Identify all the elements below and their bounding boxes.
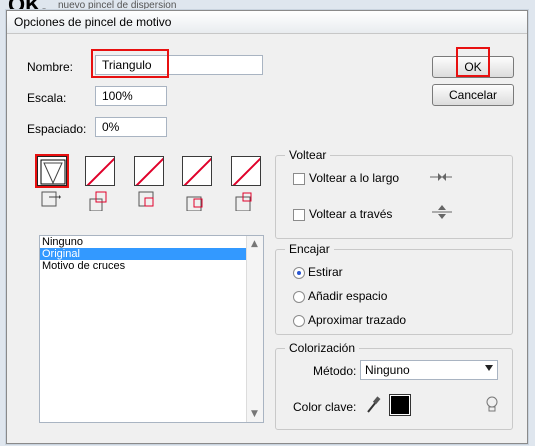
fit-stretch-label: Estirar — [308, 265, 343, 279]
colorization-legend: Colorización — [285, 341, 360, 355]
pattern-list-scrollbar[interactable]: ▲ ▼ — [246, 236, 263, 422]
fit-approximate-path-label: Aproximar trazado — [308, 313, 407, 327]
outer-corner-tile[interactable] — [85, 156, 115, 186]
inner-corner-icon — [138, 191, 154, 207]
fit-add-space-label: Añadir espacio — [308, 289, 388, 303]
name-highlight — [91, 49, 169, 78]
end-tile-icon — [235, 192, 252, 211]
pattern-item-motivo-de-cruces[interactable]: Motivo de cruces — [40, 260, 263, 272]
key-color-label: Color clave: — [293, 400, 357, 414]
fit-add-space-radio[interactable] — [293, 291, 305, 303]
chevron-down-icon — [485, 365, 493, 371]
start-tile-icon — [186, 196, 203, 211]
scale-input[interactable]: 100% — [95, 86, 167, 106]
flip-across-icon — [432, 205, 452, 219]
start-tile[interactable] — [182, 156, 212, 186]
flip-along-checkbox[interactable] — [293, 173, 305, 185]
name-label: Nombre: — [27, 60, 74, 74]
method-label: Método: — [313, 364, 357, 378]
key-color-swatch[interactable] — [389, 394, 411, 416]
flip-group — [275, 155, 513, 239]
pattern-list[interactable]: Ninguno Original Motivo de cruces ▲ ▼ — [39, 235, 264, 423]
cancel-button[interactable]: Cancelar — [432, 84, 514, 106]
lightbulb-icon[interactable] — [485, 396, 499, 414]
flip-legend: Voltear — [285, 148, 331, 162]
flip-along-label: Voltear a lo largo — [309, 171, 400, 185]
spacing-input[interactable]: 0% — [95, 117, 167, 137]
dialog-titlebar[interactable]: Opciones de pincel de motivo — [7, 11, 527, 34]
fit-legend: Encajar — [285, 242, 334, 256]
fit-approximate-path-radio[interactable] — [293, 315, 305, 327]
inner-corner-tile[interactable] — [134, 156, 164, 186]
scale-label: Escala: — [27, 91, 67, 105]
end-tile[interactable] — [231, 156, 261, 186]
scroll-up-icon[interactable]: ▲ — [251, 239, 258, 249]
scroll-down-icon[interactable]: ▼ — [251, 409, 258, 419]
method-select-value: Ninguno — [365, 363, 410, 377]
pattern-item-original[interactable]: Original — [40, 248, 263, 260]
fit-stretch-radio[interactable] — [293, 267, 305, 279]
dialog-title: Opciones de pincel de motivo — [14, 15, 172, 29]
side-tile-icon — [41, 191, 61, 207]
eyedropper-icon[interactable] — [365, 395, 381, 415]
flip-across-checkbox[interactable] — [293, 209, 305, 221]
pattern-item-ninguno[interactable]: Ninguno — [40, 236, 263, 248]
method-select[interactable]: Ninguno — [360, 360, 498, 380]
spacing-label: Espaciado: — [27, 122, 87, 136]
ok-highlight — [456, 47, 490, 77]
side-tile-highlight — [35, 154, 69, 188]
outer-corner-icon — [89, 191, 107, 211]
flip-across-label: Voltear a través — [309, 207, 393, 221]
pattern-brush-options-dialog: Opciones de pincel de motivo Nombre: Tri… — [6, 10, 528, 444]
flip-along-icon — [430, 173, 452, 181]
